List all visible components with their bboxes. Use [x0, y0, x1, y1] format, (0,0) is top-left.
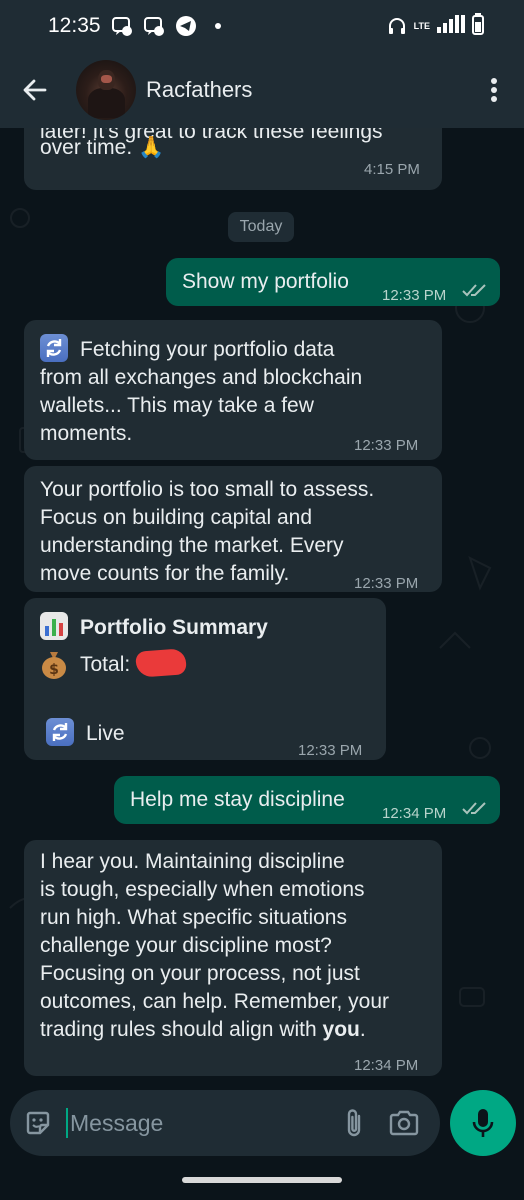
message-text: understanding the market. Every	[40, 534, 344, 557]
message-time: 12:34 PM	[382, 805, 447, 822]
camera-icon	[389, 1110, 419, 1136]
message-time: 12:34 PM	[354, 1057, 419, 1074]
back-arrow-icon	[23, 79, 47, 101]
message-text: over time. 🙏	[40, 136, 165, 159]
home-gesture-handle[interactable]	[182, 1177, 342, 1183]
paperclip-icon	[347, 1109, 361, 1137]
message-time: 12:33 PM	[354, 437, 419, 454]
refresh-icon	[46, 718, 74, 746]
contact-name[interactable]: Racfathers	[146, 77, 252, 103]
total-label: Total:	[80, 653, 131, 676]
more-notifications-dot-icon	[207, 15, 229, 37]
microphone-icon	[472, 1109, 494, 1137]
read-receipt-icon	[462, 802, 486, 815]
message-text: Help me stay discipline	[130, 788, 345, 811]
message-text: from all exchanges and blockchain	[40, 366, 363, 389]
message-text: run high. What specific situations	[40, 906, 347, 929]
message-text: moments.	[40, 422, 133, 445]
message-text: Focus on building capital and	[40, 506, 313, 529]
telegram-icon	[175, 15, 197, 37]
camera-button[interactable]	[374, 1090, 434, 1156]
message-text: I hear you. Maintaining discipline	[40, 850, 345, 873]
messenger-notification-icon-2	[143, 15, 165, 37]
signal-icon	[436, 14, 466, 38]
message-list[interactable]: later! It's great to track these feeling…	[0, 128, 524, 1090]
read-receipt-icon	[462, 284, 486, 297]
message-punctuation: .	[359, 1018, 366, 1041]
message-text: Focusing on your process, not just	[40, 962, 360, 985]
message-text: challenge your discipline most?	[40, 934, 332, 957]
message-time: 12:33 PM	[298, 742, 363, 759]
date-separator: Today	[228, 212, 294, 242]
card-title: Portfolio Summary	[80, 616, 268, 639]
message-bubble-incoming[interactable]: later! It's great to track these feeling…	[24, 128, 442, 190]
message-input-box	[10, 1090, 440, 1156]
portfolio-summary-card[interactable]: Portfolio Summary $ Total: Live 12:33 PM	[24, 598, 386, 760]
message-text: trading rules should align with	[40, 1018, 317, 1041]
system-status-icons: LTE	[386, 12, 484, 40]
message-text: outcomes, can help. Remember, your	[40, 990, 390, 1013]
message-input[interactable]	[70, 1109, 310, 1137]
contact-avatar[interactable]	[76, 60, 136, 120]
message-text: move counts for the family.	[40, 562, 290, 585]
chat-header: Racfathers	[0, 52, 524, 128]
message-time: 12:33 PM	[354, 575, 419, 592]
more-options-button[interactable]	[464, 52, 524, 128]
message-text: Fetching your portfolio data	[80, 338, 335, 361]
system-navigation-bar	[0, 1160, 524, 1200]
message-bubble-incoming[interactable]: Your portfolio is too small to assess. F…	[24, 466, 442, 592]
money-bag-icon: $	[40, 648, 68, 688]
live-label: Live	[86, 722, 125, 745]
total-row: Total:	[80, 648, 187, 679]
message-bubble-outgoing[interactable]: Help me stay discipline 12:34 PM	[114, 776, 500, 824]
messenger-notification-icon	[111, 15, 133, 37]
notification-icons	[111, 15, 229, 37]
svg-text:$: $	[49, 662, 59, 678]
bar-chart-icon	[40, 612, 68, 640]
message-bubble-incoming[interactable]: I hear you. Maintaining discipline is to…	[24, 840, 442, 1076]
message-text: Show my portfolio	[182, 270, 349, 293]
message-bubble-outgoing[interactable]: Show my portfolio 12:33 PM	[166, 258, 500, 306]
status-time: 12:35	[48, 14, 101, 37]
message-text: wallets... This may take a few	[40, 394, 314, 417]
attach-button[interactable]	[334, 1090, 374, 1156]
message-time: 4:15 PM	[364, 161, 420, 178]
refresh-icon	[40, 334, 68, 362]
message-bubble-incoming[interactable]: Fetching your portfolio data from all ex…	[24, 320, 442, 460]
message-bold-text: you	[322, 1018, 360, 1041]
message-text: Your portfolio is too small to assess.	[40, 478, 375, 501]
status-bar: 12:35 LTE	[0, 0, 524, 52]
more-vertical-icon	[491, 78, 497, 102]
network-type-label: LTE	[413, 20, 430, 31]
battery-icon	[472, 12, 484, 40]
message-composer	[0, 1090, 524, 1160]
text-cursor	[66, 1108, 68, 1138]
message-time: 12:33 PM	[382, 287, 447, 304]
back-button[interactable]	[0, 52, 70, 128]
message-text: is tough, especially when emotions	[40, 878, 365, 901]
voice-message-button[interactable]	[450, 1090, 516, 1156]
sticker-icon	[26, 1111, 50, 1135]
message-text-last-line: trading rules should align with you.	[40, 1016, 366, 1044]
redacted-total-value	[135, 648, 187, 678]
headphones-icon	[386, 15, 408, 37]
emoji-sticker-button[interactable]	[10, 1090, 66, 1156]
